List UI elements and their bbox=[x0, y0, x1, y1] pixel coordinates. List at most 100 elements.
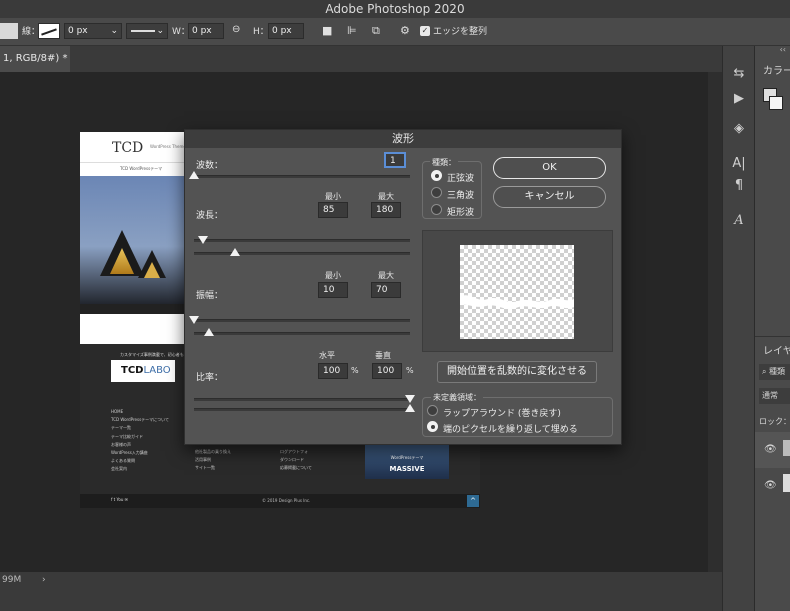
repeat-edge-pixels-label: 端のピクセルを繰り返して埋める bbox=[443, 425, 578, 435]
width-field[interactable]: 0 px bbox=[188, 23, 224, 39]
amplitude-min-field[interactable]: 10 bbox=[318, 282, 348, 298]
stroke-style-dropdown[interactable]: ⌄ bbox=[126, 23, 168, 39]
history-icon[interactable]: ⇆ bbox=[731, 66, 747, 82]
wavelength-min-track[interactable] bbox=[194, 239, 410, 242]
wavelength-min-field[interactable]: 85 bbox=[318, 202, 348, 218]
document-tab[interactable]: 1, RGB/8#) * bbox=[0, 46, 70, 72]
randomize-button[interactable]: 開始位置を乱数的に変化させる bbox=[437, 361, 597, 383]
path-alignment-icon[interactable]: ⊫ bbox=[347, 24, 357, 37]
app-title-bar: Adobe Photoshop 2020 bbox=[0, 0, 790, 18]
wave-preview bbox=[422, 230, 613, 352]
collapse-panels-icon[interactable]: ‹‹ bbox=[780, 45, 786, 54]
fill-swatch[interactable] bbox=[0, 23, 18, 39]
background-color-swatch[interactable] bbox=[769, 96, 783, 110]
scale-horizontal-value: 100 bbox=[323, 366, 341, 376]
wavelength-min-thumb[interactable] bbox=[197, 236, 208, 244]
blend-mode-dropdown[interactable]: 通常 bbox=[759, 388, 790, 404]
wave-type-label: 種類： bbox=[430, 157, 458, 168]
amplitude-label: 振幅： bbox=[196, 291, 224, 301]
vertical-scrollbar[interactable] bbox=[708, 72, 722, 572]
path-operations-icon[interactable]: ■ bbox=[322, 24, 332, 37]
footer-link: よくある質問 bbox=[111, 458, 135, 464]
panel-icon-column: ⇆ ▶ ◈ A| ¶ A bbox=[722, 46, 754, 611]
eye-icon[interactable]: 👁 bbox=[764, 480, 777, 491]
scale-vertical-thumb[interactable] bbox=[405, 404, 415, 412]
footer-link: 活用事例 bbox=[195, 457, 211, 463]
right-panel: ‹‹ カラー レイヤ ⌕ 種類 通常 ロック： 👁 👁 bbox=[754, 45, 790, 611]
web-divider bbox=[80, 162, 190, 163]
height-value: 0 px bbox=[272, 26, 292, 36]
status-arrow-icon[interactable]: › bbox=[42, 572, 46, 588]
web-page-top-button: ^ bbox=[467, 495, 479, 507]
glyphs-icon[interactable]: A bbox=[731, 213, 747, 229]
footer-link: ログアウトフォ bbox=[280, 449, 308, 454]
amplitude-max-thumb[interactable] bbox=[204, 328, 215, 336]
footer-link: テーマ比較ガイド bbox=[111, 433, 143, 439]
scale-horizontal-percent: % bbox=[351, 366, 359, 375]
wave-dialog: 波形 波数： 1 最小 最大 波長： 85 180 最小 最大 振幅： 10 7… bbox=[184, 129, 622, 445]
amplitude-max-track[interactable] bbox=[194, 332, 410, 335]
generators-field[interactable]: 1 bbox=[384, 152, 406, 168]
kind-label: 種類 bbox=[769, 367, 786, 376]
footer-link: サイト一覧 bbox=[195, 465, 215, 471]
scale-vertical-track[interactable] bbox=[194, 408, 410, 411]
amplitude-min-track[interactable] bbox=[194, 319, 410, 322]
web-footer-col2: 他社製品の乗り換え 活用事例 サイト一覧 bbox=[195, 448, 231, 473]
wavelength-min-value: 85 bbox=[323, 205, 335, 215]
scale-horizontal-thumb[interactable] bbox=[405, 395, 415, 403]
character-icon[interactable]: A| bbox=[731, 156, 747, 172]
repeat-edge-pixels-radio[interactable] bbox=[427, 421, 438, 432]
banner-title: MASSIVE bbox=[389, 465, 425, 473]
type-sine-radio[interactable] bbox=[431, 170, 442, 181]
color-panel-tab[interactable]: カラー bbox=[763, 62, 790, 77]
scale-vertical-field[interactable]: 100 bbox=[372, 363, 402, 379]
amplitude-min-thumb[interactable] bbox=[189, 316, 199, 324]
wrap-around-radio[interactable] bbox=[427, 405, 438, 416]
amplitude-min-label: 最小 bbox=[325, 271, 341, 280]
align-edges-label: エッジを整列 bbox=[433, 27, 488, 37]
3d-icon[interactable]: ◈ bbox=[731, 121, 747, 137]
type-square-radio[interactable] bbox=[431, 204, 442, 215]
layer-kind-filter[interactable]: ⌕ 種類 bbox=[759, 364, 790, 380]
play-action-icon[interactable]: ▶ bbox=[731, 91, 747, 107]
generators-slider-thumb[interactable] bbox=[189, 171, 199, 179]
scale-horizontal-track[interactable] bbox=[194, 398, 410, 401]
document-tab-bar bbox=[0, 46, 722, 72]
align-edges-checkbox[interactable]: ✓ bbox=[420, 26, 430, 36]
height-label: H： bbox=[253, 27, 269, 37]
ok-button[interactable]: OK bbox=[493, 157, 606, 179]
height-field[interactable]: 0 px bbox=[268, 23, 304, 39]
cancel-button[interactable]: キャンセル bbox=[493, 186, 606, 208]
scale-horizontal-field[interactable]: 100 bbox=[318, 363, 348, 379]
amplitude-max-field[interactable]: 70 bbox=[371, 282, 401, 298]
footer-link: ダウンロード bbox=[280, 457, 304, 463]
generators-slider-track[interactable] bbox=[194, 175, 410, 178]
path-arrangement-icon[interactable]: ⧉ bbox=[372, 24, 380, 38]
wavelength-max-value: 180 bbox=[376, 205, 394, 215]
lock-label: ロック： bbox=[759, 417, 790, 426]
paragraph-icon[interactable]: ¶ bbox=[731, 178, 747, 194]
link-icon[interactable]: ⊖ bbox=[232, 24, 240, 35]
footer-link: WordPress入力講座 bbox=[111, 450, 148, 456]
gear-icon[interactable]: ⚙ bbox=[400, 24, 410, 37]
undefined-areas-label: 未定義領域： bbox=[431, 392, 483, 403]
scale-horizontal-label: 水平 bbox=[319, 351, 335, 360]
type-triangle-radio[interactable] bbox=[431, 187, 442, 198]
layer-thumbnail[interactable] bbox=[783, 474, 790, 492]
stroke-width-value: 0 px bbox=[68, 26, 88, 36]
eye-icon[interactable]: 👁 bbox=[764, 444, 777, 455]
stroke-swatch-icon[interactable] bbox=[38, 23, 60, 39]
stroke-width-field[interactable]: 0 px ⌄ bbox=[64, 23, 122, 39]
scale-label: 比率： bbox=[196, 373, 224, 383]
status-bar: 99M › bbox=[0, 572, 722, 588]
layer-thumbnail[interactable] bbox=[783, 440, 790, 456]
generators-value: 1 bbox=[390, 156, 396, 166]
web-social-icons: f t You ✉ bbox=[111, 497, 129, 502]
wavelength-max-track[interactable] bbox=[194, 252, 410, 255]
footer-link: テーマ一覧 bbox=[111, 425, 131, 431]
web-massive-banner: WordPressテーマ MASSIVE bbox=[365, 445, 449, 479]
layers-panel-tab[interactable]: レイヤ bbox=[763, 342, 790, 357]
amplitude-max-value: 70 bbox=[376, 285, 388, 295]
wavelength-max-thumb[interactable] bbox=[230, 248, 241, 256]
wavelength-max-field[interactable]: 180 bbox=[371, 202, 401, 218]
